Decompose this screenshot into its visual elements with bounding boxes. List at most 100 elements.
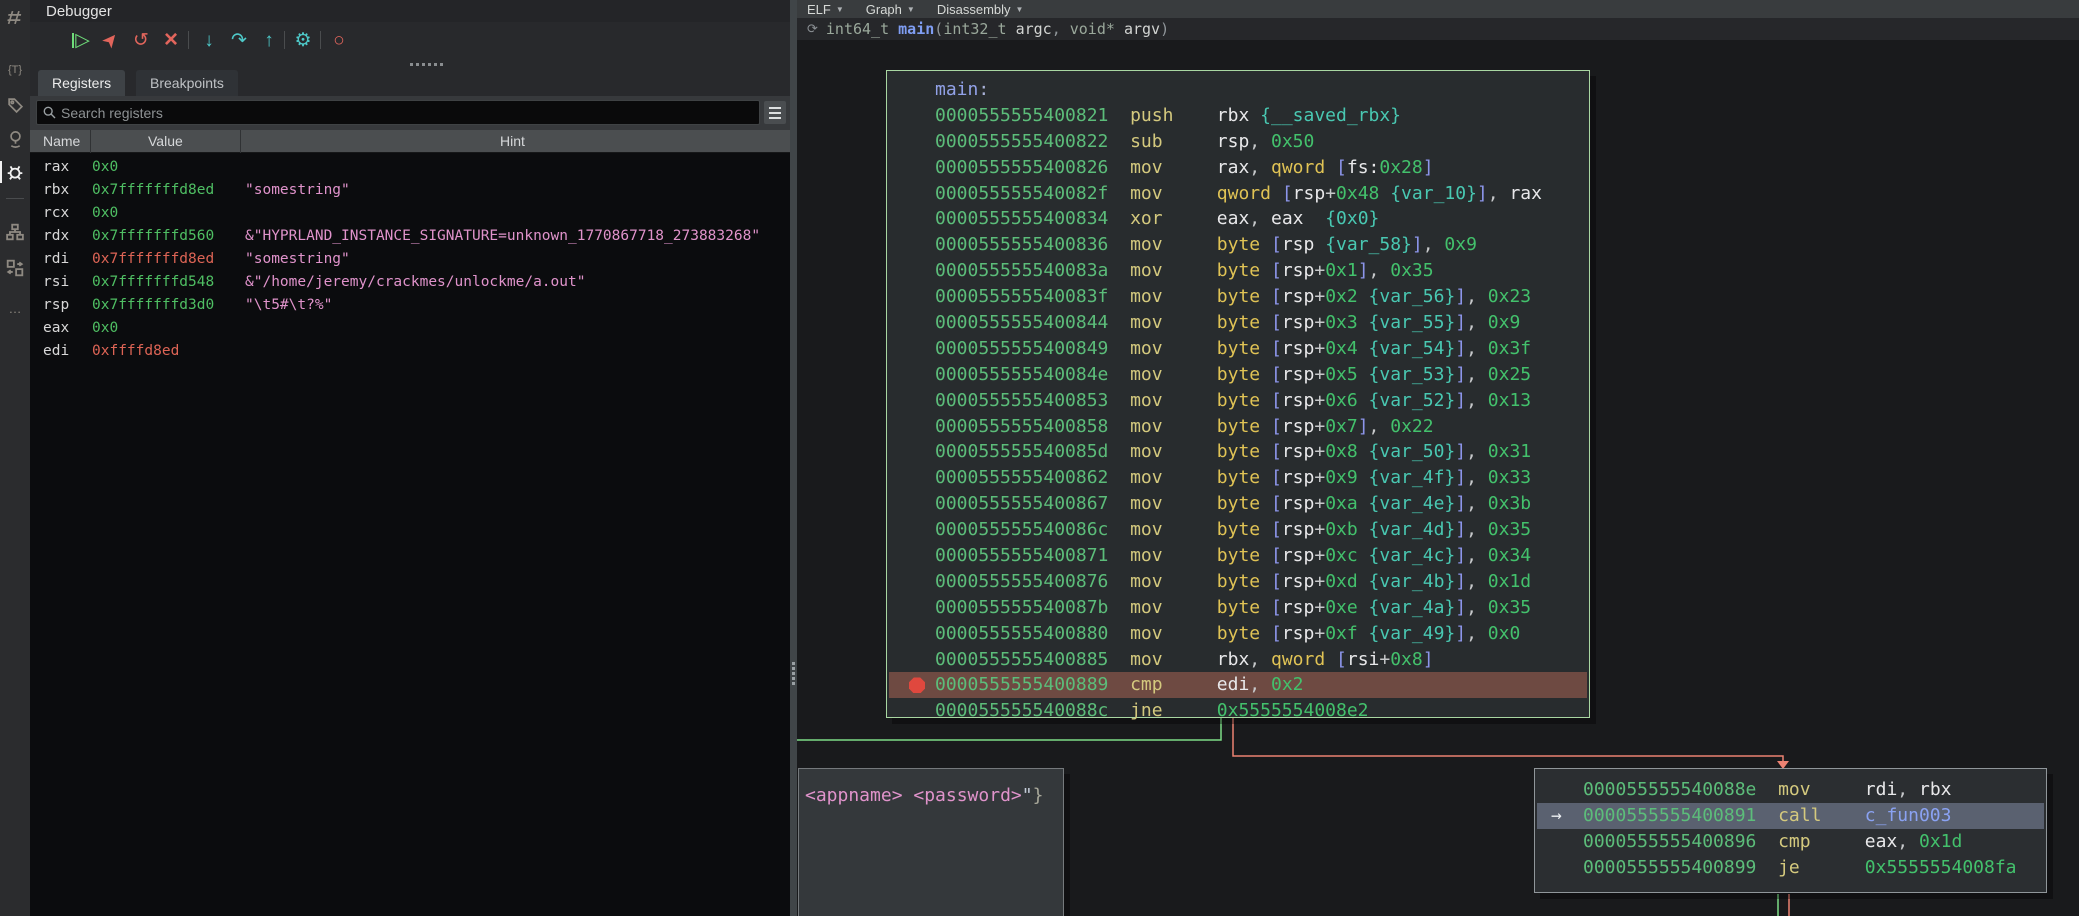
basic-block-call[interactable]: 000055555540088e mov rdi, rbx→0000555555… xyxy=(1534,768,2047,893)
disasm-row-891[interactable]: →0000555555400891 call c_fun003 xyxy=(1537,803,2044,829)
toolbar-divider xyxy=(320,31,321,49)
disasm-row-885[interactable]: 0000555555400885 mov rbx, qword [rsi+0x8… xyxy=(887,647,1589,673)
address: 0000555555400889 xyxy=(935,674,1130,695)
debugger-tabbar: Registers Breakpoints xyxy=(30,68,790,96)
mnemonic: push xyxy=(1130,105,1217,126)
register-hint: "\t5#\t?%" xyxy=(245,294,332,317)
mnemonic: mov xyxy=(1130,545,1217,566)
register-value: 0x7fffffffd560 xyxy=(92,225,214,248)
list-options-button[interactable] xyxy=(764,101,786,124)
register-row-rdi[interactable]: rdi0x7fffffffd8ed"somestring" xyxy=(30,248,790,271)
disasm-row-899[interactable]: 0000555555400899 je 0x5555554008fa xyxy=(1535,855,2046,881)
activity-rail: {T} … xyxy=(0,0,30,916)
graph-canvas[interactable]: main:0000555555400821 push rbx {__saved_… xyxy=(797,40,2079,916)
step-into-button[interactable]: ↓ xyxy=(196,27,222,53)
pin-icon[interactable] xyxy=(0,127,30,151)
mnemonic: mov xyxy=(1130,157,1217,178)
disasm-row-834[interactable]: 0000555555400834 xor eax, eax {0x0} xyxy=(887,206,1589,232)
operands: rbx {__saved_rbx} xyxy=(1217,105,1401,126)
mnemonic: mov xyxy=(1130,623,1217,644)
resume-button[interactable]: ▷ xyxy=(68,27,94,53)
disasm-row-889[interactable]: 0000555555400889 cmp edi, 0x2 xyxy=(889,672,1587,698)
disasm-row-83a[interactable]: 000055555540083a mov byte [rsp+0x1], 0x3… xyxy=(887,258,1589,284)
breakpoint-icon[interactable] xyxy=(909,677,925,693)
mnemonic: mov xyxy=(1130,234,1217,255)
disasm-row-896[interactable]: 0000555555400896 cmp eax, 0x1d xyxy=(1535,829,2046,855)
org-chart-icon[interactable] xyxy=(0,220,30,244)
disasm-row-876[interactable]: 0000555555400876 mov byte [rsp+0xd {var_… xyxy=(887,569,1589,595)
disasm-row-849[interactable]: 0000555555400849 mov byte [rsp+0x4 {var_… xyxy=(887,336,1589,362)
disasm-row-86c[interactable]: 000055555540086c mov byte [rsp+0xb {var_… xyxy=(887,517,1589,543)
disasm-row-87b[interactable]: 000055555540087b mov byte [rsp+0xe {var_… xyxy=(887,595,1589,621)
register-name: eax xyxy=(43,317,69,340)
register-row-eax[interactable]: eax0x0 xyxy=(30,317,790,340)
search-input[interactable] xyxy=(61,102,751,123)
address: 0000555555400891 xyxy=(1583,805,1778,826)
mnemonic: mov xyxy=(1130,286,1217,307)
kill-button[interactable]: × xyxy=(158,27,184,53)
record-button[interactable]: ○ xyxy=(326,27,352,53)
disasm-row-84e[interactable]: 000055555540084e mov byte [rsp+0x5 {var_… xyxy=(887,362,1589,388)
menu-elf[interactable]: ELF▼ xyxy=(807,2,844,17)
disasm-row-858[interactable]: 0000555555400858 mov byte [rsp+0x7], 0x2… xyxy=(887,414,1589,440)
restart-button[interactable]: ↺ xyxy=(128,27,154,53)
types-icon[interactable]: {T} xyxy=(0,58,30,82)
tag-icon[interactable] xyxy=(0,93,30,117)
mnemonic: call xyxy=(1778,805,1865,826)
disasm-row-821[interactable]: 0000555555400821 push rbx {__saved_rbx} xyxy=(887,103,1589,129)
tab-breakpoints[interactable]: Breakpoints xyxy=(136,70,238,96)
launch-button[interactable]: ➤ xyxy=(98,27,124,53)
mnemonic: mov xyxy=(1130,390,1217,411)
disasm-row-88e[interactable]: 000055555540088e mov rdi, rbx xyxy=(1535,777,2046,803)
menu-graph[interactable]: Graph▼ xyxy=(866,2,915,17)
panel-splitter[interactable] xyxy=(790,0,797,916)
step-over-button[interactable]: ↷ xyxy=(226,27,252,53)
mnemonic: mov xyxy=(1130,312,1217,333)
more-icon[interactable]: … xyxy=(0,296,30,320)
toolbar-divider xyxy=(284,31,285,49)
pane-drag-handle[interactable] xyxy=(410,63,462,67)
disasm-row-871[interactable]: 0000555555400871 mov byte [rsp+0xc {var_… xyxy=(887,543,1589,569)
active-view-indicator xyxy=(0,161,2,183)
function-signature-bar: ⟳ int64_t main(int32_t argc, void* argv) xyxy=(797,18,2079,40)
register-value: 0x7fffffffd548 xyxy=(92,271,214,294)
disasm-row-88c[interactable]: 000055555540088c jne 0x5555554008e2 xyxy=(887,698,1589,724)
disasm-row-83f[interactable]: 000055555540083f mov byte [rsp+0x2 {var_… xyxy=(887,284,1589,310)
address: 0000555555400867 xyxy=(935,493,1130,514)
disasm-row-836[interactable]: 0000555555400836 mov byte [rsp {var_58}]… xyxy=(887,232,1589,258)
register-row-rsp[interactable]: rsp0x7fffffffd3d0"\t5#\t?%" xyxy=(30,294,790,317)
bug-icon[interactable] xyxy=(0,160,30,184)
basic-block-main[interactable]: main:0000555555400821 push rbx {__saved_… xyxy=(886,70,1590,718)
disasm-row-82f[interactable]: 000055555540082f mov qword [rsp+0x48 {va… xyxy=(887,181,1589,207)
register-row-rbx[interactable]: rbx0x7fffffffd8ed"somestring" xyxy=(30,179,790,202)
operands: 0x5555554008e2 xyxy=(1217,700,1369,721)
register-row-rax[interactable]: rax0x0 xyxy=(30,156,790,179)
disasm-row-826[interactable]: 0000555555400826 mov rax, qword [fs:0x28… xyxy=(887,155,1589,181)
menu-disassembly[interactable]: Disassembly▼ xyxy=(937,2,1024,17)
basic-block-string[interactable]: <appname> <password>"} xyxy=(798,768,1064,916)
register-value: 0x7fffffffd8ed xyxy=(92,248,214,271)
tab-registers[interactable]: Registers xyxy=(38,70,125,96)
disasm-row-844[interactable]: 0000555555400844 mov byte [rsp+0x3 {var_… xyxy=(887,310,1589,336)
disasm-row-867[interactable]: 0000555555400867 mov byte [rsp+0xa {var_… xyxy=(887,491,1589,517)
block-label-row[interactable]: main: xyxy=(887,77,1589,103)
settings-button[interactable]: ⚙ xyxy=(290,27,316,53)
search-box[interactable] xyxy=(36,100,760,125)
disasm-row-822[interactable]: 0000555555400822 sub rsp, 0x50 xyxy=(887,129,1589,155)
mnemonic: jne xyxy=(1130,700,1217,721)
register-row-edi[interactable]: edi0xffffd8ed xyxy=(30,340,790,363)
register-row-rcx[interactable]: rcx0x0 xyxy=(30,202,790,225)
swap-icon[interactable] xyxy=(0,256,30,280)
step-return-button[interactable]: ↑ xyxy=(256,27,282,53)
disasm-row-853[interactable]: 0000555555400853 mov byte [rsp+0x6 {var_… xyxy=(887,388,1589,414)
register-row-rsi[interactable]: rsi0x7fffffffd548&"/home/jeremy/crackmes… xyxy=(30,271,790,294)
search-icon xyxy=(43,106,56,119)
disasm-row-85d[interactable]: 000055555540085d mov byte [rsp+0x8 {var_… xyxy=(887,439,1589,465)
disasm-row-862[interactable]: 0000555555400862 mov byte [rsp+0x9 {var_… xyxy=(887,465,1589,491)
register-value: 0x0 xyxy=(92,202,118,225)
address: 000055555540083a xyxy=(935,260,1130,281)
disasm-row-880[interactable]: 0000555555400880 mov byte [rsp+0xf {var_… xyxy=(887,621,1589,647)
hash-icon[interactable] xyxy=(0,5,30,29)
search-row xyxy=(30,96,790,130)
register-row-rdx[interactable]: rdx0x7fffffffd560&"HYPRLAND_INSTANCE_SIG… xyxy=(30,225,790,248)
